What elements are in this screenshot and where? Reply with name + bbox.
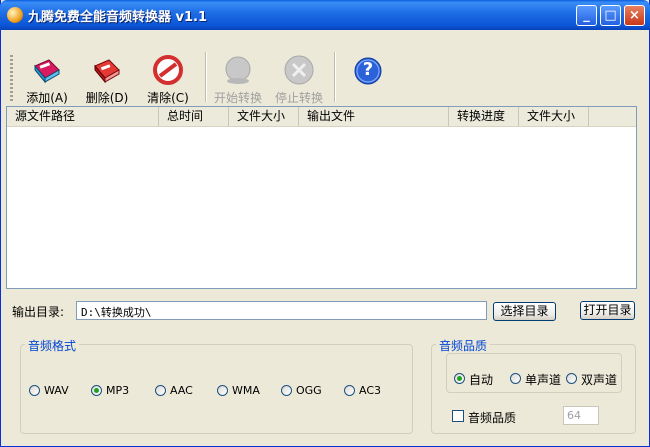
format-group-title: 音频格式 bbox=[25, 337, 80, 354]
clear-button-label: 清除(C) bbox=[147, 91, 189, 105]
column-header-source-path[interactable]: 源文件路径 bbox=[7, 107, 159, 126]
format-option-ac3[interactable]: AC3 bbox=[344, 384, 394, 398]
format-option-wav[interactable]: WAV bbox=[29, 384, 79, 398]
channel-option-label: 单声道 bbox=[525, 373, 562, 387]
format-option-label: OGG bbox=[296, 384, 322, 397]
format-option-mp3[interactable]: MP3 bbox=[91, 384, 141, 398]
column-header-output-file[interactable]: 输出文件 bbox=[299, 107, 449, 126]
toolbar-grip[interactable] bbox=[10, 55, 13, 101]
column-header-duration[interactable]: 总时间 bbox=[159, 107, 229, 126]
bitrate-input[interactable]: 64 bbox=[563, 406, 599, 425]
column-header-output-size[interactable]: 文件大小 bbox=[519, 107, 589, 126]
add-file-icon bbox=[31, 54, 63, 86]
choose-dir-button[interactable]: 选择目录 bbox=[493, 302, 556, 321]
start-icon bbox=[222, 54, 254, 86]
format-option-label: WAV bbox=[44, 384, 69, 397]
format-option-label: MP3 bbox=[106, 384, 130, 397]
list-header: 源文件路径 总时间 文件大小 输出文件 转换进度 文件大小 bbox=[7, 107, 636, 127]
format-option-ogg[interactable]: OGG bbox=[281, 384, 331, 398]
radio-wma[interactable] bbox=[217, 385, 228, 396]
format-option-label: AC3 bbox=[359, 384, 382, 397]
channel-option-mono[interactable]: 单声道 bbox=[510, 371, 566, 387]
clear-icon bbox=[152, 54, 184, 86]
radio-ac3[interactable] bbox=[344, 385, 355, 396]
quality-checkbox-label: 音频品质 bbox=[468, 411, 517, 425]
radio-ogg[interactable] bbox=[281, 385, 292, 396]
clear-button[interactable]: 清除(C) bbox=[139, 54, 197, 110]
radio-wav[interactable] bbox=[29, 385, 40, 396]
quality-group-title: 音频品质 bbox=[436, 337, 491, 354]
maximize-icon: □ bbox=[604, 8, 617, 23]
toolbar-separator bbox=[334, 52, 336, 102]
start-convert-button[interactable]: 开始转换 bbox=[209, 54, 267, 110]
delete-file-icon bbox=[91, 54, 123, 86]
column-header-progress[interactable]: 转换进度 bbox=[449, 107, 519, 126]
radio-aac[interactable] bbox=[155, 385, 166, 396]
radio-stereo[interactable] bbox=[566, 373, 577, 384]
add-button-label: 添加(A) bbox=[26, 91, 68, 105]
channel-option-label: 双声道 bbox=[581, 373, 618, 387]
column-header-file-size[interactable]: 文件大小 bbox=[229, 107, 299, 126]
help-button[interactable]: ? bbox=[353, 56, 383, 86]
format-option-label: AAC bbox=[170, 384, 193, 397]
toolbar-separator bbox=[205, 52, 207, 102]
stop-convert-button[interactable]: 停止转换 bbox=[270, 54, 328, 110]
output-dir-label: 输出目录: bbox=[12, 305, 65, 319]
add-button[interactable]: 添加(A) bbox=[18, 54, 76, 110]
start-button-label: 开始转换 bbox=[213, 91, 262, 105]
open-dir-button[interactable]: 打开目录 bbox=[580, 301, 635, 320]
file-list[interactable]: 源文件路径 总时间 文件大小 输出文件 转换进度 文件大小 bbox=[6, 106, 637, 289]
minimize-icon: _ bbox=[583, 8, 590, 23]
radio-mp3[interactable] bbox=[91, 385, 102, 396]
channel-option-label: 自动 bbox=[469, 373, 494, 387]
channel-option-auto[interactable]: 自动 bbox=[454, 371, 502, 387]
quality-checkbox-row[interactable]: 音频品质 bbox=[452, 409, 524, 425]
format-option-aac[interactable]: AAC bbox=[155, 384, 205, 398]
window-title: 九腾免费全能音频转换器 v1.1 bbox=[28, 10, 208, 25]
format-option-wma[interactable]: WMA bbox=[217, 384, 267, 398]
radio-mono[interactable] bbox=[510, 373, 521, 384]
format-option-label: WMA bbox=[232, 384, 260, 397]
channel-option-stereo[interactable]: 双声道 bbox=[566, 371, 620, 387]
stop-icon bbox=[283, 54, 315, 86]
radio-auto[interactable] bbox=[454, 373, 465, 384]
delete-button[interactable]: 删除(D) bbox=[78, 54, 136, 110]
quality-checkbox[interactable] bbox=[452, 410, 464, 422]
stop-button-label: 停止转换 bbox=[274, 91, 323, 105]
minimize-button[interactable]: _ bbox=[576, 5, 597, 26]
output-dir-input[interactable]: D:\转换成功\ bbox=[76, 301, 487, 320]
maximize-button[interactable]: □ bbox=[600, 5, 621, 26]
close-icon: × bbox=[629, 8, 640, 23]
app-icon bbox=[7, 7, 23, 23]
close-button[interactable]: × bbox=[624, 5, 645, 26]
delete-button-label: 删除(D) bbox=[85, 91, 129, 105]
help-glyph: ? bbox=[362, 59, 374, 80]
